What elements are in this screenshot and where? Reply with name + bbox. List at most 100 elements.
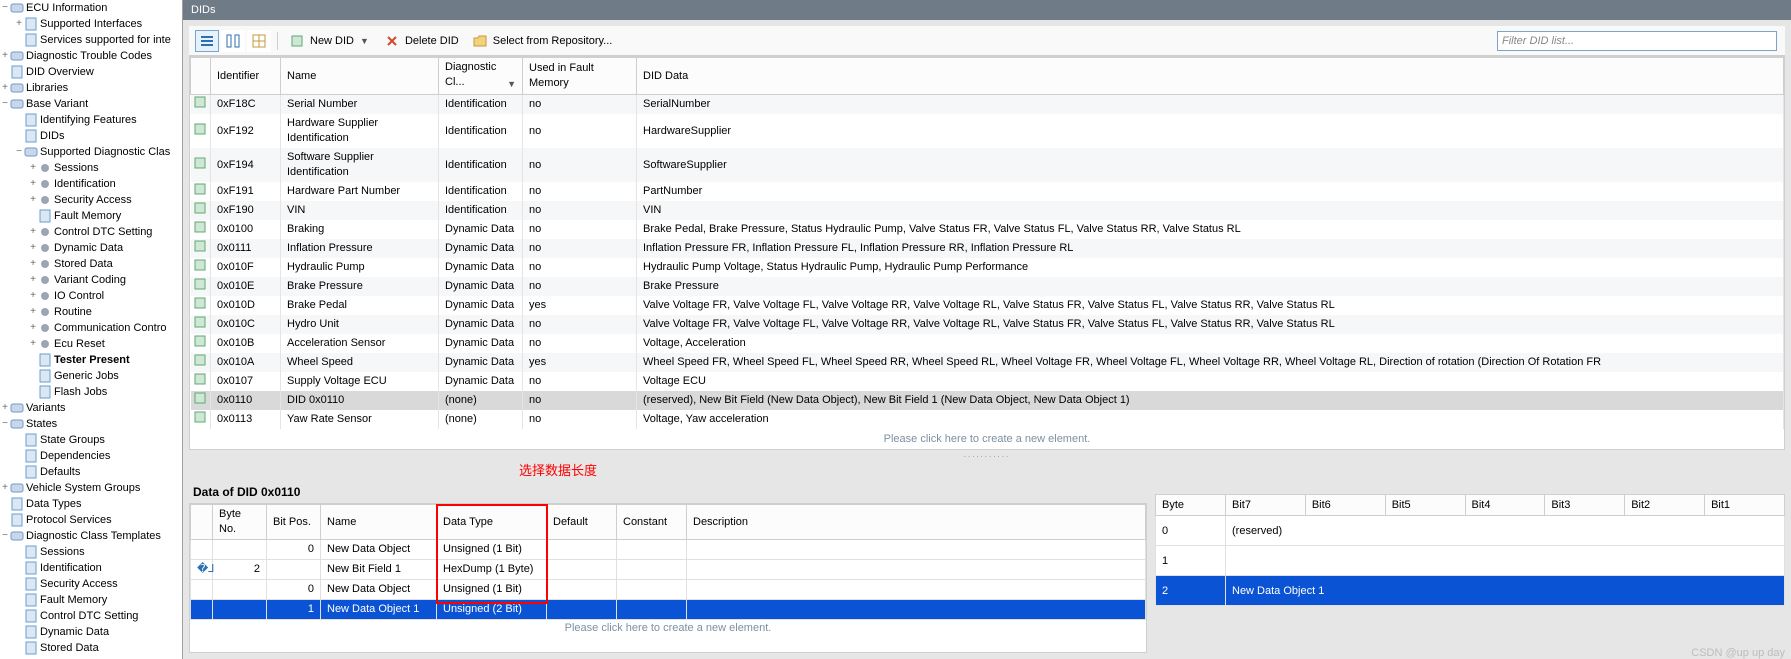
table-row[interactable]: 0x010DBrake PedalDynamic DatayesValve Vo… — [191, 296, 1784, 315]
chevron-down-icon[interactable]: ▼ — [507, 77, 516, 92]
tree-item[interactable]: +Routine — [0, 304, 182, 320]
tree-item[interactable]: +Supported Interfaces — [0, 16, 182, 32]
tree-item[interactable]: +Security Access — [0, 192, 182, 208]
col-bit2[interactable]: Bit2 — [1625, 495, 1705, 516]
tree-item[interactable]: Fault Memory — [0, 592, 182, 608]
view-grid-button[interactable] — [247, 30, 271, 52]
tree-item[interactable]: DIDs — [0, 128, 182, 144]
tree-item[interactable]: Protocol Services — [0, 512, 182, 528]
tree-item[interactable]: +Vehicle System Groups — [0, 480, 182, 496]
table-row[interactable]: 0x010BAcceleration SensorDynamic DatanoV… — [191, 334, 1784, 353]
expand-toggle[interactable]: − — [0, 528, 10, 544]
expand-toggle[interactable]: + — [28, 320, 38, 336]
create-element-hint[interactable]: Please click here to create a new elemen… — [190, 429, 1784, 449]
tree-item[interactable]: Dynamic Data — [0, 624, 182, 640]
select-from-repo-button[interactable]: Select from Repository... — [467, 30, 619, 52]
col-bit-pos[interactable]: Bit Pos. — [267, 505, 321, 540]
expand-toggle[interactable]: + — [28, 224, 38, 240]
tree-item[interactable]: Fault Memory — [0, 208, 182, 224]
table-row[interactable]: 0New Data ObjectUnsigned (1 Bit) — [191, 580, 1146, 600]
expand-toggle[interactable]: − — [0, 0, 10, 16]
expand-toggle[interactable]: + — [28, 160, 38, 176]
col-bit5[interactable]: Bit5 — [1385, 495, 1465, 516]
expand-toggle[interactable]: − — [0, 416, 10, 432]
tree-item[interactable]: Identifying Features — [0, 112, 182, 128]
table-row[interactable]: 0xF18CSerial NumberIdentificationnoSeria… — [191, 95, 1784, 115]
tree-item[interactable]: +Control DTC Setting — [0, 224, 182, 240]
expand-toggle[interactable]: + — [0, 80, 10, 96]
tree-item[interactable]: −Diagnostic Class Templates — [0, 528, 182, 544]
expand-toggle[interactable]: − — [0, 96, 10, 112]
col-bit7[interactable]: Bit7 — [1226, 495, 1306, 516]
tree-item[interactable]: Services supported for inte — [0, 32, 182, 48]
create-data-element-hint[interactable]: Please click here to create a new elemen… — [190, 620, 1146, 636]
tree-item[interactable]: Defaults — [0, 464, 182, 480]
bit-layout-table[interactable]: Byte Bit7 Bit6 Bit5 Bit4 Bit3 Bit2 Bit1 … — [1155, 494, 1785, 606]
expand-toggle[interactable]: + — [28, 288, 38, 304]
table-row[interactable]: 0x010CHydro UnitDynamic DatanoValve Volt… — [191, 315, 1784, 334]
tree-item[interactable]: Flash Jobs — [0, 384, 182, 400]
dids-table[interactable]: Identifier Name Diagnostic Cl...▼ Used i… — [189, 56, 1785, 450]
tree-item[interactable]: +Stored Data — [0, 256, 182, 272]
table-row[interactable]: 0x0100BrakingDynamic DatanoBrake Pedal, … — [191, 220, 1784, 239]
expand-toggle[interactable]: + — [0, 48, 10, 64]
data-of-did-table[interactable]: Byte No. Bit Pos. Name Data Type Default… — [189, 503, 1147, 653]
view-columns-button[interactable] — [221, 30, 245, 52]
navigation-tree[interactable]: −ECU Information+Supported InterfacesSer… — [0, 0, 183, 659]
col-data-type[interactable]: Data Type — [437, 505, 547, 540]
table-row[interactable]: 0xF192Hardware Supplier IdentificationId… — [191, 114, 1784, 148]
expand-toggle[interactable]: + — [28, 256, 38, 272]
new-did-button[interactable]: New DID ▼ — [284, 30, 377, 52]
col-name[interactable]: Name — [281, 58, 439, 95]
col-bit3[interactable]: Bit3 — [1545, 495, 1625, 516]
expand-toggle[interactable]: + — [0, 480, 10, 496]
table-row[interactable]: 1New Data Object 1Unsigned (2 Bit) — [191, 600, 1146, 620]
tree-item[interactable]: +Libraries — [0, 80, 182, 96]
tree-item[interactable]: Identification — [0, 560, 182, 576]
table-row[interactable]: 0xF191Hardware Part NumberIdentification… — [191, 182, 1784, 201]
expand-toggle[interactable]: + — [28, 240, 38, 256]
tree-item[interactable]: Dependencies — [0, 448, 182, 464]
tree-item[interactable]: +Communication Contro — [0, 320, 182, 336]
table-row[interactable]: 0x0111Inflation PressureDynamic DatanoIn… — [191, 239, 1784, 258]
table-row[interactable]: 0xF190VINIdentificationnoVIN — [191, 201, 1784, 220]
col-bit6[interactable]: Bit6 — [1305, 495, 1385, 516]
expand-toggle[interactable]: + — [28, 176, 38, 192]
table-row[interactable]: 0x0107Supply Voltage ECUDynamic DatanoVo… — [191, 372, 1784, 391]
tree-item[interactable]: +Ecu Reset — [0, 336, 182, 352]
expand-toggle[interactable]: + — [28, 272, 38, 288]
col-identifier[interactable]: Identifier — [211, 58, 281, 95]
col-data-name[interactable]: Name — [321, 505, 437, 540]
tree-item[interactable]: −ECU Information — [0, 0, 182, 16]
expand-toggle[interactable]: + — [28, 304, 38, 320]
expand-toggle[interactable]: + — [28, 192, 38, 208]
tree-item[interactable]: +Variant Coding — [0, 272, 182, 288]
col-did-data[interactable]: DID Data — [637, 58, 1784, 95]
view-list-button[interactable] — [195, 30, 219, 52]
filter-input[interactable]: Filter DID list... — [1497, 31, 1777, 51]
tree-item[interactable]: +Variants — [0, 400, 182, 416]
tree-item[interactable]: −States — [0, 416, 182, 432]
tree-item[interactable]: +Dynamic Data — [0, 240, 182, 256]
table-row[interactable]: 0(reserved) — [1156, 516, 1785, 546]
tree-item[interactable]: +Diagnostic Trouble Codes — [0, 48, 182, 64]
col-diagnostic-class[interactable]: Diagnostic Cl...▼ — [439, 58, 523, 95]
tree-item[interactable]: Security Access — [0, 576, 182, 592]
col-bit4[interactable]: Bit4 — [1465, 495, 1545, 516]
tree-item[interactable]: +Identification — [0, 176, 182, 192]
col-icon[interactable] — [191, 58, 211, 95]
tree-item[interactable]: Generic Jobs — [0, 368, 182, 384]
table-row[interactable]: 0x010FHydraulic PumpDynamic DatanoHydrau… — [191, 258, 1784, 277]
col-bit1[interactable]: Bit1 — [1705, 495, 1785, 516]
tree-item[interactable]: +IO Control — [0, 288, 182, 304]
table-row[interactable]: 1 — [1156, 546, 1785, 576]
tree-item[interactable]: Data Types — [0, 496, 182, 512]
table-row[interactable]: �⅃2New Bit Field 1HexDump (1 Byte) — [191, 560, 1146, 580]
tree-item[interactable]: DID Overview — [0, 64, 182, 80]
tree-item[interactable]: −Supported Diagnostic Clas — [0, 144, 182, 160]
col-constant[interactable]: Constant — [617, 505, 687, 540]
chevron-down-icon[interactable]: ▼ — [358, 36, 371, 46]
horizontal-splitter[interactable] — [183, 450, 1791, 458]
col-description[interactable]: Description — [687, 505, 1146, 540]
expand-toggle[interactable]: + — [14, 16, 24, 32]
